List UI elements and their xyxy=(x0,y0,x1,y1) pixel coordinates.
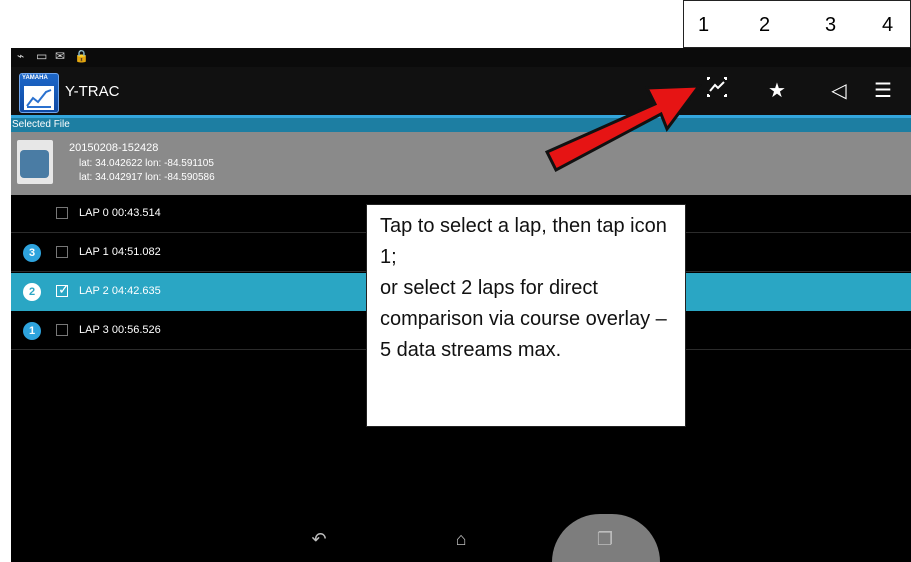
selected-file-label: Selected File xyxy=(11,118,911,132)
status-bar: ⌁ ▭ ✉ 🔒 xyxy=(11,48,911,67)
file-coordinates-2: lat: 34.042917 lon: -84.590586 xyxy=(79,172,215,183)
menu-icon: ☰ xyxy=(874,80,892,102)
annotation-number-1: 1 xyxy=(698,14,710,36)
lap-3-label: LAP 3 00:56.526 xyxy=(79,324,161,336)
compare-laps-button[interactable] xyxy=(701,75,733,107)
lap-3-checkbox[interactable] xyxy=(56,324,68,336)
app-logo: YAMAHA xyxy=(19,73,59,113)
file-coordinates-1: lat: 34.042622 lon: -84.591105 xyxy=(79,158,214,169)
file-name: 20150208-152428 xyxy=(69,142,159,154)
annotation-numbers-box: 1 2 3 4 xyxy=(683,0,911,48)
selected-file[interactable]: 20150208-152428 lat: 34.042622 lon: -84.… xyxy=(11,132,911,195)
annotation-number-4: 4 xyxy=(882,14,894,36)
lap-1-checkbox[interactable] xyxy=(56,246,68,258)
lap-1-label: LAP 1 04:51.082 xyxy=(79,246,161,258)
action-bar: YAMAHA Y-TRAC ★ ◁ ☰ xyxy=(11,67,911,115)
lap-0-label: LAP 0 00:43.514 xyxy=(79,207,161,219)
lap-2-label: LAP 2 04:42.635 xyxy=(79,285,161,297)
lap-0-checkbox[interactable] xyxy=(56,207,68,219)
instruction-callout: Tap to select a lap, then tap icon 1; or… xyxy=(366,204,686,427)
favorite-add-button[interactable]: ★ xyxy=(761,75,793,107)
lock-icon: 🔒 xyxy=(74,49,89,63)
compare-laps-icon xyxy=(705,77,729,104)
lap-3-badge: 1 xyxy=(23,322,41,340)
back-button[interactable]: ↶ xyxy=(299,524,339,554)
lap-2-badge: 2 xyxy=(23,283,41,301)
app-title: Y-TRAC xyxy=(65,83,120,100)
share-button[interactable]: ◁ xyxy=(823,75,855,107)
message-icon: ▭ xyxy=(36,49,48,63)
app-logo-brand: YAMAHA xyxy=(22,75,48,81)
annotation-number-3: 3 xyxy=(825,14,837,36)
lap-2-checkbox[interactable]: ✓ xyxy=(56,281,70,297)
navigation-bar: ↶ ⌂ ❐ xyxy=(11,514,911,562)
share-icon: ◁ xyxy=(831,80,847,102)
home-icon: ⌂ xyxy=(455,529,467,549)
home-button[interactable]: ⌂ xyxy=(441,524,481,554)
chart-logo-icon xyxy=(24,86,54,110)
mail-icon: ✉ xyxy=(55,49,66,63)
menu-button[interactable]: ☰ xyxy=(867,75,899,107)
file-icon xyxy=(17,140,53,184)
recent-apps-icon: ❐ xyxy=(596,529,614,549)
favorite-add-icon: ★ xyxy=(768,80,786,102)
hand-icon xyxy=(20,150,49,178)
red-arrow-icon xyxy=(544,84,703,173)
wifi-icon: ⌁ xyxy=(17,49,25,63)
back-icon: ↶ xyxy=(311,529,327,549)
recent-apps-button[interactable]: ❐ xyxy=(585,524,625,554)
annotation-number-2: 2 xyxy=(759,14,771,36)
lap-1-badge: 3 xyxy=(23,244,41,262)
callout-text: Tap to select a lap, then tap icon 1; or… xyxy=(380,215,667,361)
status-icons: ⌁ ▭ ✉ 🔒 xyxy=(17,49,89,63)
check-icon: ✓ xyxy=(58,281,70,297)
